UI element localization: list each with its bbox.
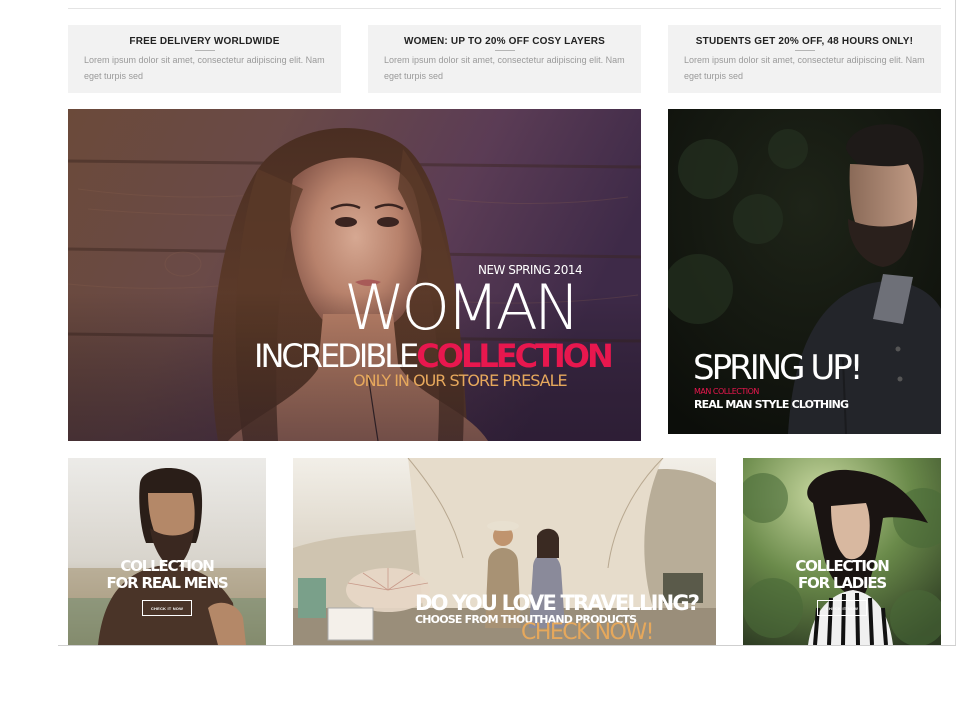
promo-students-offer[interactable]: STUDENTS GET 20% OFF, 48 HOURS ONLY! Lor…	[668, 25, 941, 93]
right-divider	[955, 0, 956, 645]
promo-free-delivery[interactable]: FREE DELIVERY WORLDWIDE Lorem ipsum dolo…	[68, 25, 341, 93]
man-headline: SPRING UP!	[693, 348, 863, 388]
promo-underline	[494, 50, 515, 51]
ladies-line1: COLLECTION	[795, 557, 889, 575]
ladies-line2: FOR LADIES	[797, 574, 887, 592]
travel-headline: DO YOU LOVE TRAVELLING?	[415, 591, 700, 615]
promo-title: STUDENTS GET 20% OFF, 48 HOURS ONLY!	[695, 36, 914, 47]
promo-text: Lorem ipsum dolor sit amet, consectetur …	[84, 55, 325, 81]
promo-title: WOMEN: UP TO 20% OFF COSY LAYERS	[403, 36, 606, 47]
woman-headline: WOMAN	[344, 271, 580, 344]
travel-check-now-link[interactable]: CHECK NOW!	[521, 621, 654, 645]
mens-line1: COLLECTION	[120, 557, 214, 575]
promo-title: FREE DELIVERY WORLDWIDE	[129, 36, 280, 47]
promo-women-offer[interactable]: WOMEN: UP TO 20% OFF COSY LAYERS Lorem i…	[368, 25, 641, 93]
man-kicker: MAN COLLECTION	[694, 387, 759, 396]
woman-collection-line: INCREDIBLECOLLECTION	[254, 337, 614, 375]
mens-line2: FOR REAL MENS	[106, 574, 229, 592]
travel-banner[interactable]: DO YOU LOVE TRAVELLING? CHOOSE FROM THOU…	[293, 458, 716, 645]
ladies-collection-banner[interactable]: COLLECTION FOR LADIES CHECK IT NOW	[743, 458, 941, 645]
man-collection-banner[interactable]: SPRING UP! MAN COLLECTION REAL MAN STYLE…	[668, 109, 941, 434]
promo-text: Lorem ipsum dolor sit amet, consectetur …	[384, 55, 625, 81]
man-subline: REAL MAN STYLE CLOTHING	[694, 398, 849, 411]
bottom-divider	[58, 645, 956, 646]
mens-collection-banner[interactable]: COLLECTION FOR REAL MENS CHECK IT NOW	[68, 458, 266, 645]
ladies-photo	[743, 458, 941, 645]
mens-check-it-now-button[interactable]: CHECK IT NOW	[142, 600, 192, 616]
page: FREE DELIVERY WORLDWIDE Lorem ipsum dolo…	[0, 0, 960, 720]
promo-underline	[194, 50, 215, 51]
top-divider	[68, 8, 941, 9]
woman-line-pink: COLLECTION	[416, 337, 614, 375]
woman-subline: ONLY IN OUR STORE PRESALE	[353, 371, 568, 390]
woman-collection-banner[interactable]: NEW SPRING 2014 WOMAN INCREDIBLECOLLECTI…	[68, 109, 641, 441]
mens-photo	[68, 458, 266, 645]
promo-text: Lorem ipsum dolor sit amet, consectetur …	[684, 55, 925, 81]
ladies-check-it-now-button[interactable]: CHECK IT NOW	[817, 600, 867, 616]
promo-underline	[794, 50, 815, 51]
woman-line-white: INCREDIBLE	[254, 337, 419, 375]
